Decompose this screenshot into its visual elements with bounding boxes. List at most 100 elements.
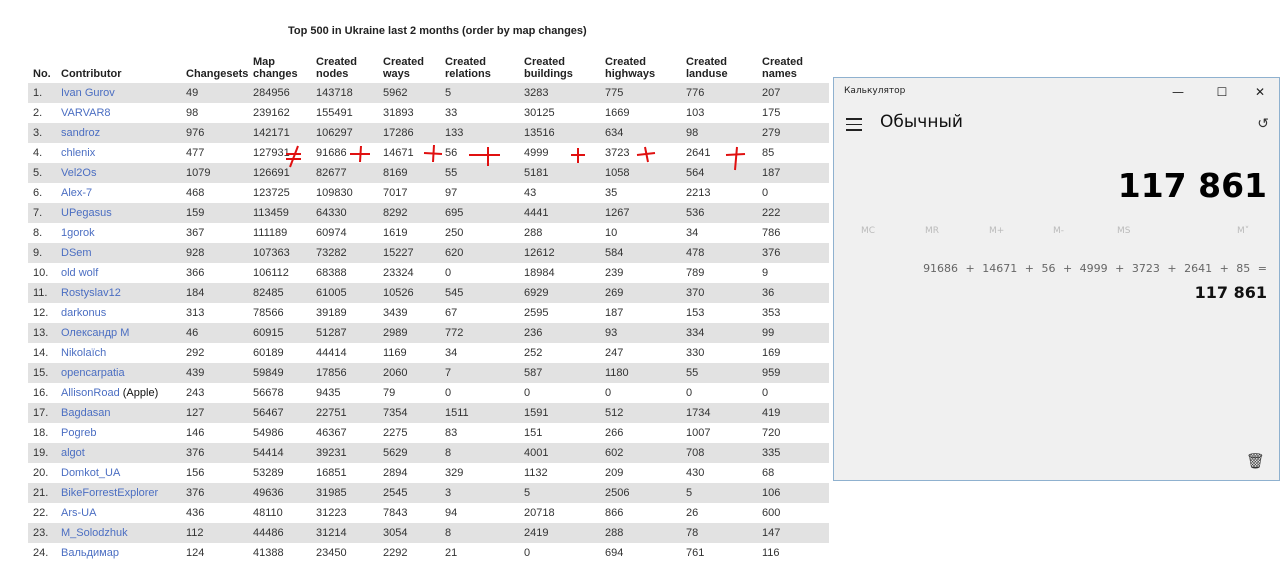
- contributor-link[interactable]: old wolf: [61, 267, 98, 279]
- memory-recall-button[interactable]: MR: [925, 226, 939, 236]
- value-cell: 222: [757, 203, 829, 223]
- value-cell: 584: [600, 243, 681, 263]
- header-line: ways: [383, 68, 410, 80]
- value-cell: 353: [762, 307, 781, 319]
- value-cell: 49: [181, 83, 248, 103]
- value-cell: 187: [605, 307, 624, 319]
- contributor-link[interactable]: Pogreb: [61, 427, 96, 439]
- value-cell: 49636: [248, 483, 311, 503]
- value-cell: 376: [181, 483, 248, 503]
- maximize-button[interactable]: ☐: [1207, 82, 1237, 102]
- value-cell: 106: [757, 483, 829, 503]
- memory-store-button[interactable]: MS: [1117, 226, 1130, 236]
- value-cell: 18984: [524, 267, 555, 279]
- contributor-link[interactable]: VARVAR8: [61, 107, 111, 119]
- contributor-link[interactable]: Вальдимар: [61, 547, 119, 559]
- value-cell: 103: [686, 107, 705, 119]
- value-cell: 60915: [248, 323, 311, 343]
- contributor-link[interactable]: Bagdasan: [61, 407, 111, 419]
- memory-subtract-button[interactable]: M-: [1053, 226, 1064, 236]
- rank-cell: 4.: [33, 147, 43, 159]
- value-cell: 564: [681, 163, 757, 183]
- contributor-link[interactable]: opencarpatia: [61, 367, 125, 379]
- column-header: Created names: [757, 55, 829, 83]
- contributor-link[interactable]: UPegasus: [61, 207, 112, 219]
- contributor-link[interactable]: Vel2Os: [61, 167, 96, 179]
- rank-cell: 1.: [28, 83, 56, 103]
- value-cell: 477: [186, 147, 205, 159]
- value-cell: 56: [445, 147, 458, 159]
- contributor-cell: VARVAR8: [56, 103, 181, 123]
- rank-cell: 21.: [28, 483, 56, 503]
- trash-icon[interactable]: 🗑: [1246, 452, 1265, 470]
- contributor-link[interactable]: Nikolaïch: [61, 347, 106, 359]
- value-cell: 694: [605, 547, 624, 559]
- contributor-cell: opencarpatia: [56, 363, 181, 383]
- value-cell: 21: [445, 547, 458, 559]
- memory-add-button[interactable]: M+: [989, 226, 1004, 236]
- value-cell: 8169: [378, 163, 440, 183]
- value-cell: 60189: [253, 347, 284, 359]
- value-cell: 1169: [383, 347, 407, 359]
- contributor-link[interactable]: BikeForrestExplorer: [61, 487, 158, 499]
- value-cell: 928: [181, 243, 248, 263]
- value-cell: 2595: [524, 307, 549, 319]
- value-cell: 959: [757, 363, 829, 383]
- contributor-cell: Domkot_UA: [56, 463, 181, 483]
- contributor-link[interactable]: Олександр М: [61, 327, 129, 339]
- value-cell: 5: [519, 483, 600, 503]
- header-line: Created: [762, 56, 803, 68]
- value-cell: 439: [181, 363, 248, 383]
- value-cell: 269: [600, 283, 681, 303]
- value-cell: 1669: [605, 107, 630, 119]
- contributor-link[interactable]: 1gorok: [61, 227, 95, 239]
- history-expression[interactable]: 91686 + 14671 + 56 + 4999 + 3723 + 2641 …: [923, 262, 1267, 275]
- memory-list-button[interactable]: M˅: [1237, 226, 1249, 236]
- close-button[interactable]: ✕: [1245, 82, 1275, 102]
- value-cell: 0: [762, 387, 769, 399]
- value-cell: 54986: [253, 427, 284, 439]
- rank-cell: 17.: [28, 403, 56, 423]
- value-cell: 512: [600, 403, 681, 423]
- value-cell: 39231: [311, 443, 378, 463]
- contributor-link[interactable]: DSem: [61, 247, 92, 259]
- value-cell: 78: [681, 523, 757, 543]
- rank-cell: 7.: [28, 203, 56, 223]
- contributor-link[interactable]: algot: [61, 447, 85, 459]
- hamburger-menu-icon[interactable]: [846, 118, 862, 135]
- header-line: buildings: [524, 68, 573, 80]
- value-cell: 4441: [519, 203, 600, 223]
- contributor-link[interactable]: Rostyslav12: [61, 287, 121, 299]
- contributor-link[interactable]: AllisonRoad: [61, 387, 120, 399]
- value-cell: 4001: [519, 443, 600, 463]
- contributor-link[interactable]: Domkot_UA: [61, 467, 120, 479]
- contributor-cell: AllisonRoad (Apple): [56, 383, 181, 403]
- contributor-link[interactable]: chlenix: [61, 147, 95, 159]
- value-cell: 284956: [248, 83, 311, 103]
- contributor-link[interactable]: Alex-7: [61, 187, 92, 199]
- contributor-cell: 1gorok: [56, 223, 181, 243]
- minimize-button[interactable]: —: [1163, 82, 1193, 102]
- contributor-note: (Apple): [122, 387, 159, 399]
- header-line: Created: [686, 56, 727, 68]
- contributor-link[interactable]: Ivan Gurov: [61, 87, 115, 99]
- contributor-link[interactable]: darkonus: [61, 307, 106, 319]
- value-cell: 7: [440, 363, 519, 383]
- contributor-link[interactable]: sandroz: [61, 127, 100, 139]
- rank-cell: 9.: [28, 243, 56, 263]
- value-cell: 44486: [248, 523, 311, 543]
- contributor-link[interactable]: Ars-UA: [61, 507, 96, 519]
- column-header: Created highways: [600, 55, 681, 83]
- value-cell: 0: [605, 387, 612, 399]
- value-cell: 4999: [524, 147, 549, 159]
- history-result[interactable]: 117 861: [1195, 283, 1267, 302]
- contributor-link[interactable]: M_Solodzhuk: [61, 527, 128, 539]
- history-icon[interactable]: ↺: [1257, 116, 1269, 132]
- table-row: 21. BikeForrestExplorer 376 49636 31985 2545 3…: [28, 483, 829, 503]
- value-cell: 126691: [248, 163, 311, 183]
- value-cell: 366: [186, 267, 205, 279]
- memory-clear-button[interactable]: MC: [861, 226, 875, 236]
- value-cell: 600: [762, 507, 781, 519]
- calculator-window: Калькулятор — ☐ ✕ Обычный ↺ 117 861 MC M…: [833, 77, 1280, 481]
- page-title: Top 500 in Ukraine last 2 months (order …: [288, 25, 587, 37]
